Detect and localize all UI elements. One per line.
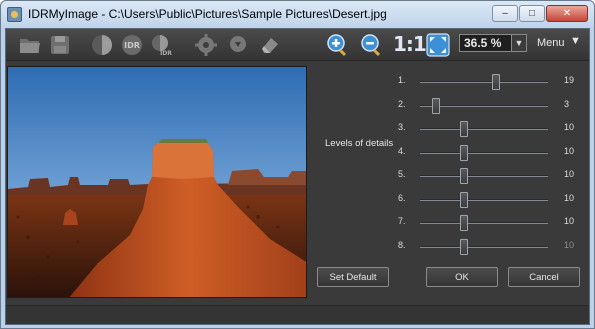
maximize-button[interactable]: □ bbox=[519, 5, 545, 22]
level-slider-thumb[interactable] bbox=[492, 74, 500, 90]
save-disk-icon[interactable] bbox=[48, 33, 72, 57]
level-slider-track[interactable] bbox=[420, 222, 548, 224]
level-slider-row: 4. 10 bbox=[398, 144, 583, 161]
menu-caret-icon[interactable]: ▼ bbox=[570, 35, 581, 47]
level-value-label: 19 bbox=[564, 75, 575, 85]
gear-down-icon[interactable] bbox=[226, 33, 250, 57]
level-value-label: 10 bbox=[564, 122, 575, 132]
level-value-label: 10 bbox=[564, 169, 575, 179]
levels-of-details-label: Levels of details bbox=[325, 138, 394, 149]
level-index-label: 4. bbox=[398, 145, 406, 156]
level-index-label: 5. bbox=[398, 169, 406, 179]
level-slider-thumb[interactable] bbox=[459, 215, 468, 231]
level-value-label: 3 bbox=[564, 98, 570, 109]
title-bar[interactable]: IDRMyImage - C:\Users\Public\Pictures\Sa… bbox=[1, 1, 594, 28]
idr-badge-label: IDR bbox=[124, 41, 140, 50]
level-index-label: 7. bbox=[398, 216, 406, 226]
level-slider-track[interactable] bbox=[420, 151, 548, 154]
eraser-icon[interactable] bbox=[258, 33, 282, 57]
level-slider-row: 2. 3 bbox=[398, 97, 583, 114]
image-preview[interactable] bbox=[7, 66, 307, 298]
level-slider-track[interactable] bbox=[420, 198, 548, 201]
level-slider-thumb[interactable] bbox=[459, 144, 468, 161]
fit-screen-icon[interactable] bbox=[426, 33, 450, 57]
level-slider-thumb[interactable] bbox=[432, 97, 440, 114]
level-slider-row: 1. 19 bbox=[398, 74, 583, 90]
idr-alt-icon[interactable]: IDR bbox=[150, 33, 174, 57]
open-folder-icon[interactable] bbox=[18, 33, 42, 57]
level-slider-row: 6. 10 bbox=[398, 191, 583, 208]
level-slider-row: 8. 10 bbox=[398, 238, 583, 255]
close-button[interactable]: ✕ bbox=[546, 5, 588, 22]
cancel-button[interactable]: Cancel bbox=[508, 267, 580, 287]
level-slider-thumb[interactable] bbox=[459, 168, 468, 184]
half-circle-icon[interactable] bbox=[90, 33, 114, 57]
client-area: IDR IDR 1:1 36.5 % ▼ Menu ▼ Levels of de… bbox=[5, 28, 590, 325]
level-index-label: 6. bbox=[398, 192, 406, 203]
app-icon bbox=[7, 7, 22, 22]
level-index-label: 8. bbox=[398, 239, 406, 250]
level-value-label: 10 bbox=[564, 145, 575, 156]
window-controls: – □ ✕ bbox=[492, 5, 588, 22]
window-title: IDRMyImage - C:\Users\Public\Pictures\Sa… bbox=[28, 7, 387, 21]
level-slider-thumb[interactable] bbox=[459, 121, 468, 137]
ok-button[interactable]: OK bbox=[426, 267, 498, 287]
level-slider-track[interactable] bbox=[420, 175, 548, 177]
level-slider-thumb[interactable] bbox=[459, 238, 468, 255]
zoom-dropdown-button[interactable]: ▼ bbox=[511, 35, 526, 51]
level-slider-row: 5. 10 bbox=[398, 168, 583, 184]
level-slider-track[interactable] bbox=[420, 81, 548, 83]
actual-size-button[interactable]: 1:1 bbox=[393, 32, 427, 56]
level-value-label: 10 bbox=[564, 192, 575, 203]
zoom-value: 36.5 % bbox=[464, 36, 502, 50]
zoom-out-icon[interactable] bbox=[360, 33, 384, 57]
level-value-label: 10 bbox=[564, 216, 575, 226]
level-slider-thumb[interactable] bbox=[459, 191, 468, 208]
set-default-button[interactable]: Set Default bbox=[317, 267, 389, 287]
idr-alt-label: IDR bbox=[160, 50, 172, 57]
level-value-label: 10 bbox=[564, 239, 575, 250]
level-slider-track[interactable] bbox=[420, 245, 548, 248]
level-slider-track[interactable] bbox=[420, 128, 548, 130]
level-index-label: 3. bbox=[398, 122, 406, 132]
minimize-button[interactable]: – bbox=[492, 5, 518, 22]
toolbar: IDR IDR 1:1 36.5 % ▼ Menu ▼ bbox=[6, 29, 589, 61]
level-index-label: 1. bbox=[398, 75, 406, 85]
status-bar bbox=[6, 305, 589, 324]
level-index-label: 2. bbox=[398, 98, 406, 109]
idr-badge-icon[interactable]: IDR bbox=[120, 33, 144, 57]
level-slider-row: 7. 10 bbox=[398, 215, 583, 231]
gear-icon[interactable] bbox=[194, 33, 218, 57]
desert-photo bbox=[8, 67, 306, 297]
level-slider-row: 3. 10 bbox=[398, 121, 583, 137]
zoom-in-icon[interactable] bbox=[326, 33, 350, 57]
app-window: IDRMyImage - C:\Users\Public\Pictures\Sa… bbox=[0, 0, 595, 329]
menu-button[interactable]: Menu bbox=[537, 37, 565, 49]
